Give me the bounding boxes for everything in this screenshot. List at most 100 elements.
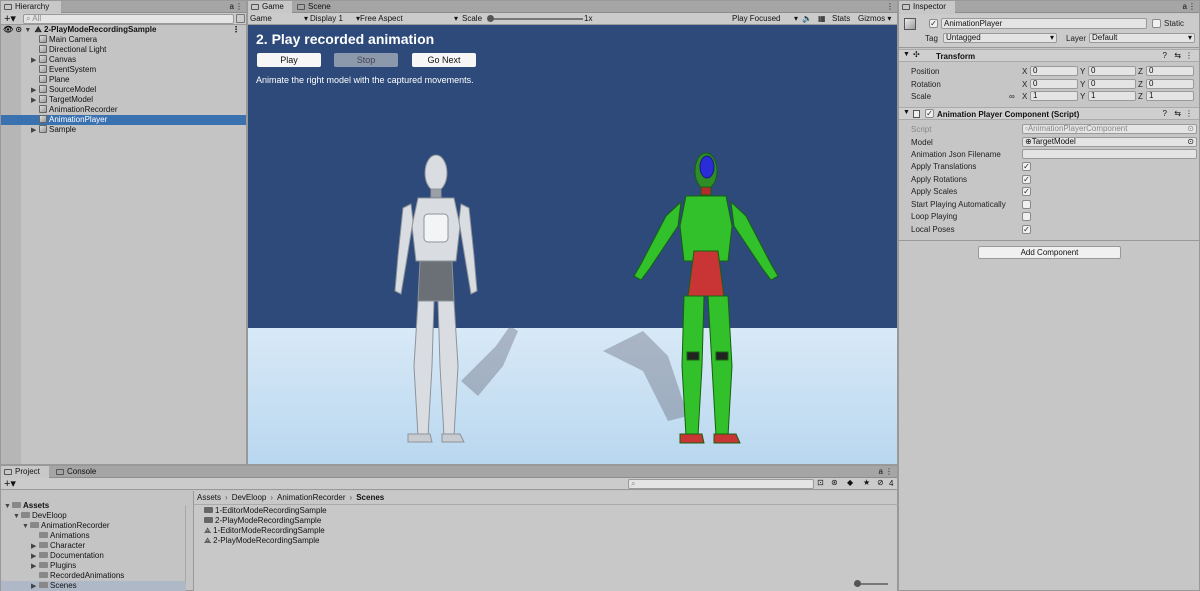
tab-scene[interactable]: Scene (294, 1, 338, 13)
object-name-input[interactable]: AnimationPlayer (941, 18, 1147, 29)
search-by-label-icon[interactable]: ⊛ (831, 478, 838, 487)
folder-tree-item[interactable]: RecordedAnimations (1, 571, 186, 581)
hierarchy-item[interactable]: Main Camera (1, 35, 246, 45)
lock-icon[interactable]: a (1183, 2, 1187, 11)
foldout-icon[interactable]: ▼ (903, 51, 910, 58)
help-icon[interactable]: ? (1163, 109, 1167, 118)
hierarchy-item[interactable]: AnimationPlayer (1, 115, 246, 125)
toggle-checkbox[interactable]: ✓ (1022, 187, 1031, 196)
transform-y-input[interactable]: 1 (1088, 91, 1136, 101)
folder-tree-item[interactable]: ▼ DevEloop (1, 511, 186, 521)
display-dropdown[interactable]: Display 1 ▾ (310, 14, 360, 23)
add-component-button[interactable]: Add Component (978, 246, 1121, 259)
toggle-checkbox[interactable]: ✓ (1022, 162, 1031, 171)
model-field[interactable]: ⊕TargetModel ⊙ (1022, 137, 1197, 147)
project-search-input[interactable]: ⌕ (628, 479, 814, 489)
hierarchy-item[interactable]: ▶ TargetModel (1, 95, 246, 105)
asset-item[interactable]: 1-EditorModeRecordingSample (204, 506, 897, 516)
component-more-icon[interactable]: ⋮ (1185, 51, 1193, 60)
preset-icon[interactable]: ⇆ (1174, 51, 1181, 60)
folder-tree-item[interactable]: Animations (1, 531, 186, 541)
tree-scrollbar[interactable] (185, 504, 186, 584)
foldout-icon[interactable]: ▼ (903, 109, 910, 116)
tab-console[interactable]: Console (53, 466, 105, 478)
hierarchy-item[interactable]: EventSystem (1, 65, 246, 75)
tab-inspector[interactable]: Inspector (899, 1, 955, 13)
stats-grid-icon[interactable]: ▦ (818, 14, 826, 23)
toggle-checkbox[interactable] (1022, 199, 1031, 209)
transform-x-input[interactable]: 0 (1030, 78, 1078, 89)
folder-tree-item[interactable]: ▼ Assets (1, 501, 186, 511)
label-icon[interactable]: ◆ (847, 478, 853, 487)
more-icon[interactable]: ⋮ (1188, 2, 1196, 11)
icon-size-slider[interactable] (854, 580, 888, 587)
tab-game[interactable]: Game (248, 1, 292, 13)
transform-header[interactable]: ▼ ✣ Transform ? ⇆ ⋮ (899, 49, 1199, 62)
static-checkbox[interactable] (1152, 19, 1161, 28)
stats-button[interactable]: Stats (832, 14, 850, 23)
breadcrumb-item[interactable]: Assets (197, 493, 221, 502)
hierarchy-item[interactable]: ▶ Canvas (1, 55, 246, 65)
aspect-dropdown[interactable]: Free Aspect ▾ (360, 14, 458, 23)
hidden-packages-icon[interactable]: ⊘ (877, 478, 884, 487)
transform-z-input[interactable]: 1 (1146, 91, 1194, 101)
add-icon[interactable]: +▾ (4, 12, 16, 25)
json-filename-input[interactable] (1022, 149, 1197, 159)
constrain-proportions-icon[interactable]: ∞ (1009, 92, 1015, 101)
lock-icon[interactable]: a (230, 2, 234, 11)
play-focused-dropdown[interactable]: Play Focused ▾ (732, 14, 798, 23)
hierarchy-search-input[interactable]: ⌕ All (23, 14, 234, 24)
tag-dropdown[interactable]: Untagged ▾ (943, 33, 1057, 43)
preset-icon[interactable]: ⇆ (1174, 109, 1181, 118)
folder-tree-item[interactable]: ▶ Plugins (1, 561, 186, 571)
search-by-type-icon[interactable]: ⊡ (817, 478, 824, 487)
breadcrumb-item[interactable]: AnimationRecorder (277, 493, 345, 502)
hierarchy-item[interactable]: ▶ SourceModel (1, 85, 246, 95)
asset-item[interactable]: ⟁ 1-EditorModeRecordingSample (204, 526, 897, 536)
scale-slider-thumb[interactable] (487, 15, 494, 22)
object-picker-icon[interactable]: ⊙ (1187, 138, 1194, 146)
favorite-icon[interactable]: ★ (863, 478, 870, 487)
folder-tree-item[interactable]: ▶ Character (1, 541, 186, 551)
pick-icon[interactable]: ⊙ (15, 25, 22, 34)
toggle-checkbox[interactable] (1022, 212, 1031, 221)
lock-icon[interactable]: a (879, 467, 883, 476)
component-header[interactable]: ▼ ✓ Animation Player Component (Script) … (899, 107, 1199, 120)
breadcrumb-item[interactable]: DevEloop (232, 493, 267, 502)
toggle-checkbox[interactable]: ✓ (1022, 174, 1031, 184)
folder-tree-item[interactable]: ▶ Documentation (1, 551, 186, 561)
transform-x-input[interactable]: 0 (1030, 66, 1078, 76)
hierarchy-item[interactable]: ▶ Sample (1, 125, 246, 135)
hierarchy-item[interactable]: Plane (1, 75, 246, 85)
transform-y-input[interactable]: 0 (1088, 66, 1136, 76)
component-enabled-checkbox[interactable]: ✓ (925, 109, 934, 118)
search-options-icon[interactable] (236, 14, 245, 23)
asset-item[interactable]: 2-PlayModeRecordingSample (204, 516, 897, 526)
toggle-checkbox[interactable]: ✓ (1022, 224, 1031, 234)
folder-tree-item[interactable]: ▼ AnimationRecorder (1, 521, 186, 531)
more-icon[interactable]: ⋮ (886, 2, 894, 11)
mode-dropdown[interactable]: Game ▾ (250, 14, 308, 23)
active-checkbox[interactable]: ✓ (929, 19, 938, 28)
scale-slider[interactable] (487, 15, 583, 22)
breadcrumb-item[interactable]: Scenes (356, 493, 384, 502)
asset-item[interactable]: ⟁ 2-PlayModeRecordingSample (204, 536, 897, 546)
scene-more-icon[interactable]: ⋮ (232, 25, 240, 35)
hierarchy-item[interactable]: AnimationRecorder (1, 105, 246, 115)
expand-icon[interactable]: ▶ (31, 126, 39, 136)
transform-y-input[interactable]: 0 (1088, 78, 1136, 89)
hierarchy-item[interactable]: Directional Light (1, 45, 246, 55)
folder-tree-item[interactable]: ▶ Scenes (1, 581, 186, 591)
transform-x-input[interactable]: 1 (1030, 91, 1078, 101)
more-icon[interactable]: ⋮ (235, 2, 243, 11)
transform-z-input[interactable]: 0 (1146, 66, 1194, 76)
icon-size-slider-thumb[interactable] (854, 580, 861, 587)
transform-z-input[interactable]: 0 (1146, 78, 1194, 89)
more-icon[interactable]: ⋮ (885, 467, 893, 476)
game-viewport[interactable]: 2. Play recorded animation Play Stop Go … (248, 26, 897, 464)
add-icon[interactable]: +▾ (4, 477, 16, 490)
visibility-icon[interactable]: 👁 (3, 25, 13, 34)
expand-icon[interactable]: ▶ (31, 582, 39, 591)
gizmos-dropdown[interactable]: Gizmos ▾ (858, 14, 891, 23)
scene-root-row[interactable]: 👁 ⊙ ▼ ⟁ 2-PlayModeRecordingSample ⋮ (1, 25, 246, 35)
